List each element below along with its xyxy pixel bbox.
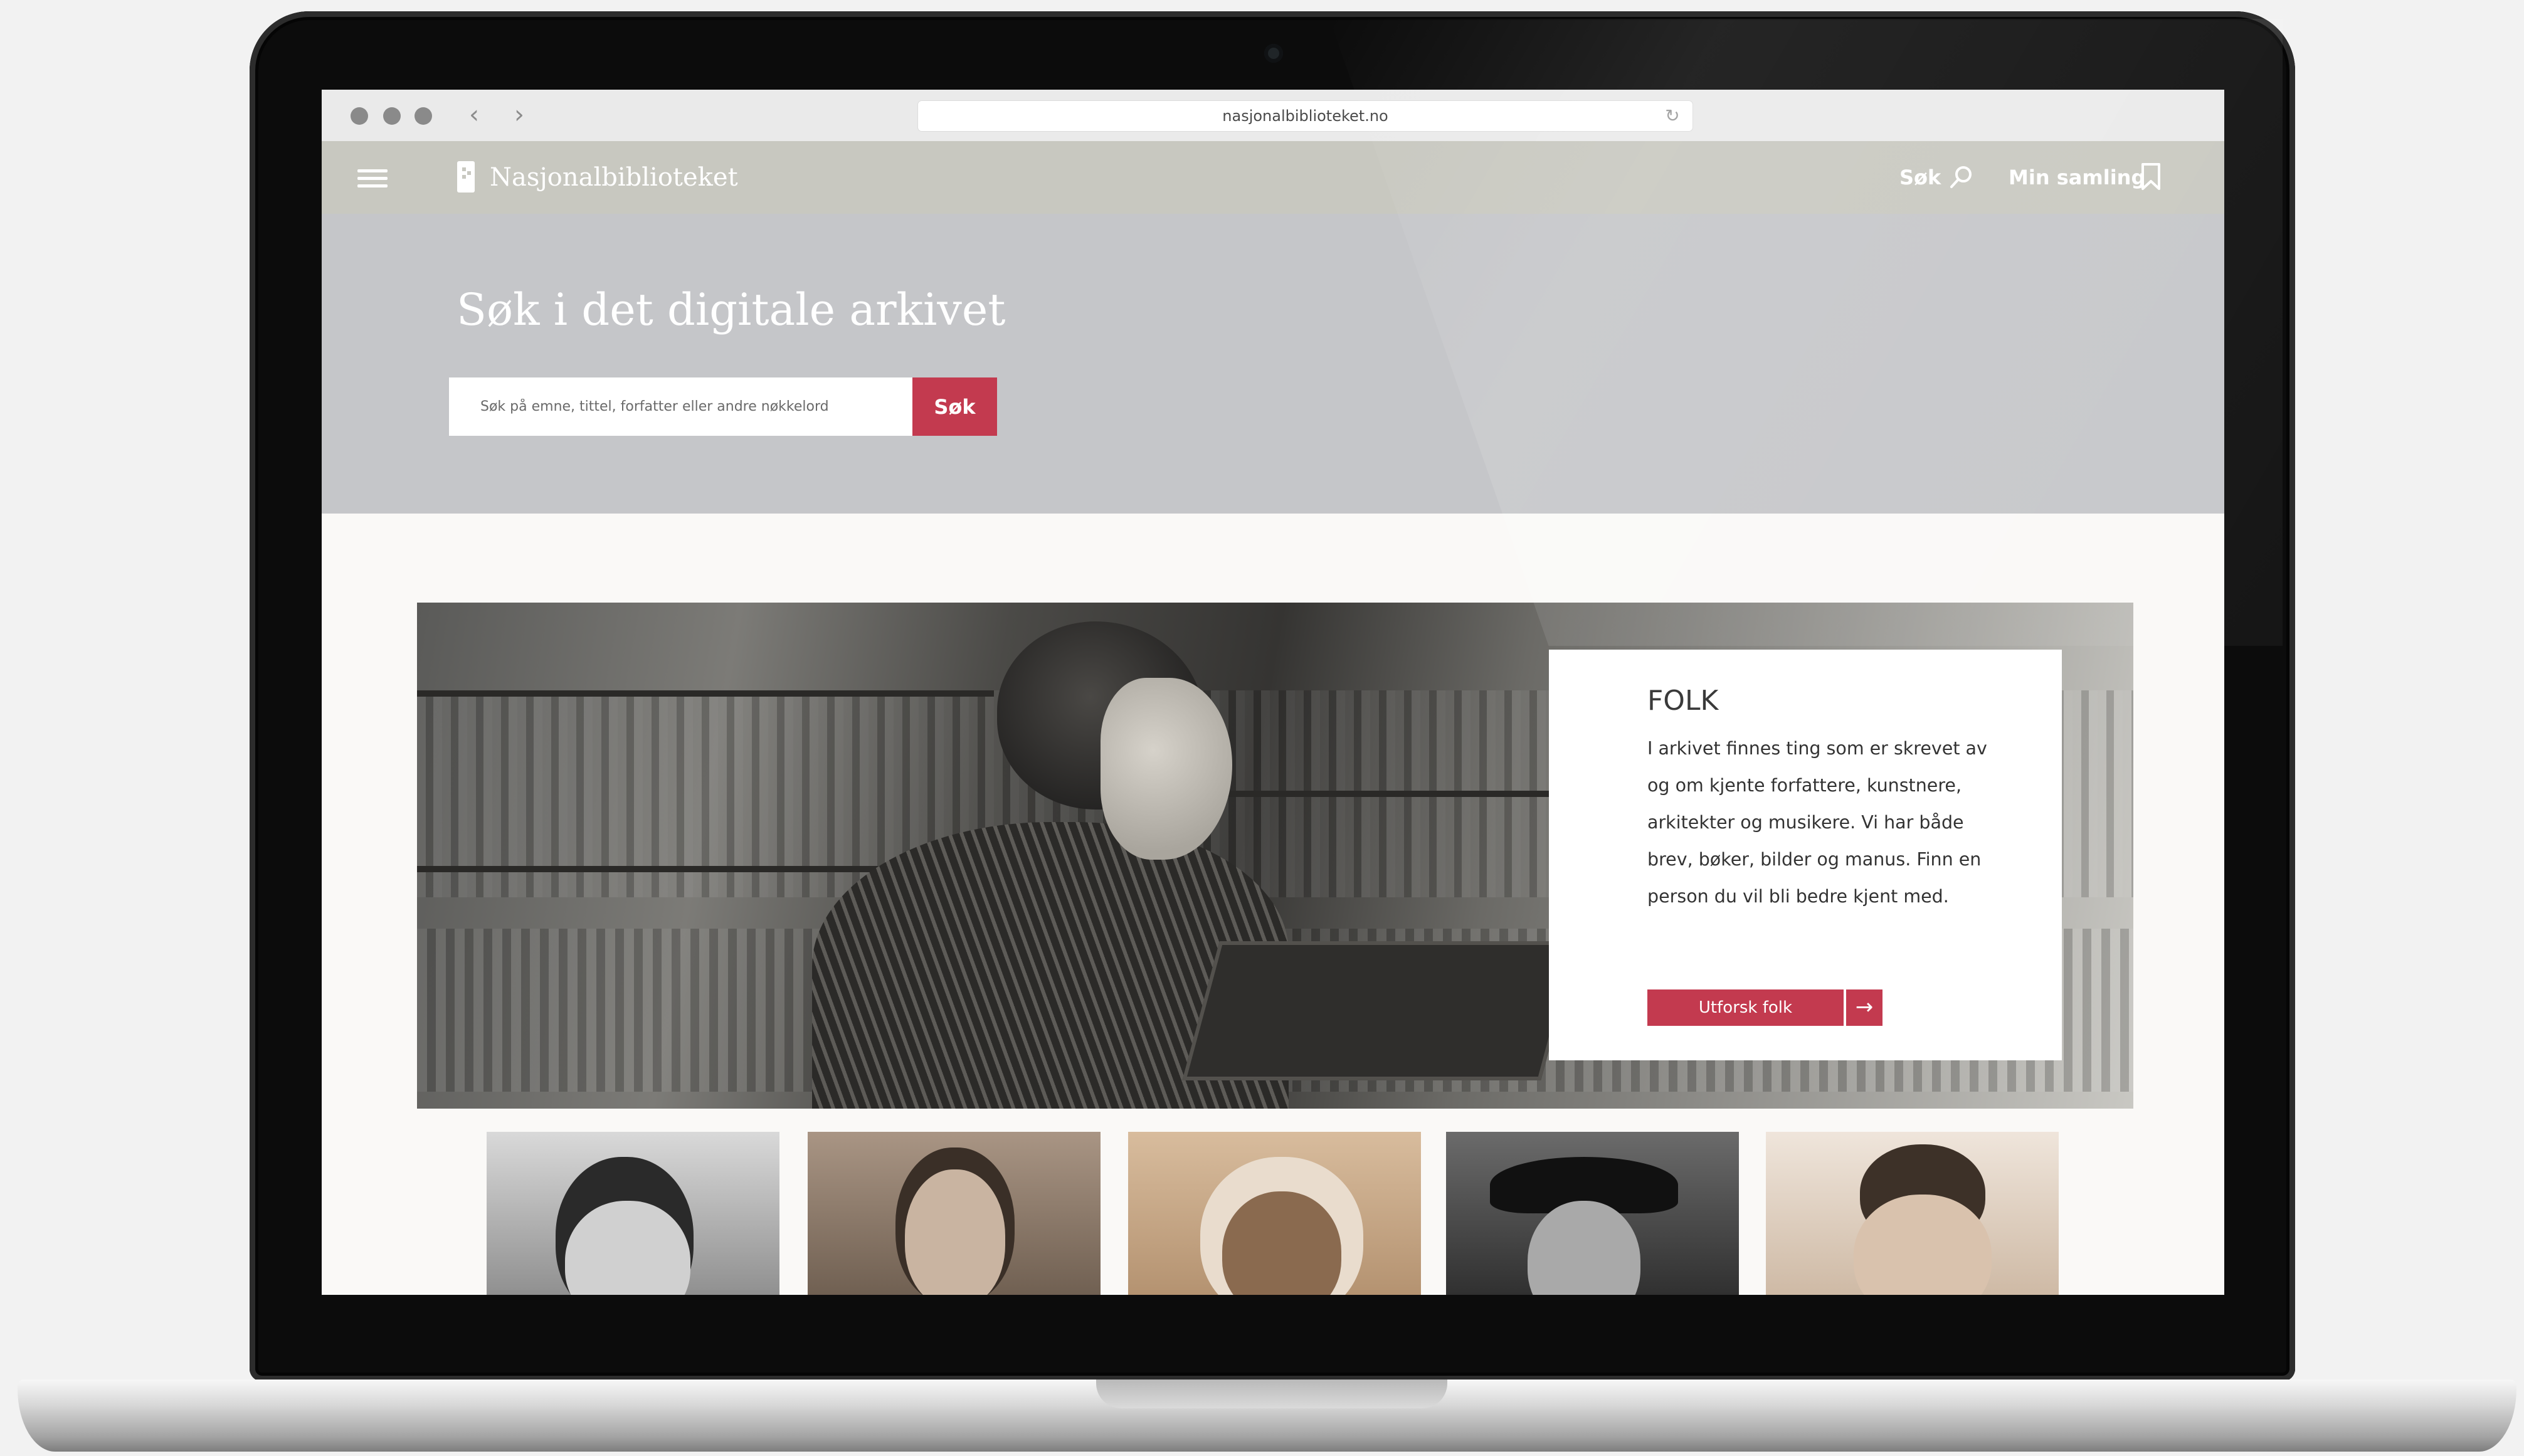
screen: ‹ › nasjonalbiblioteket.no ↻ Nasjonalbib… (322, 90, 2224, 1295)
url-text: nasjonalbiblioteket.no (1222, 107, 1388, 125)
laptop-notch (1096, 1380, 1447, 1408)
reload-icon[interactable]: ↻ (1662, 106, 1682, 126)
search-icon (1950, 166, 1972, 188)
portrait-thumbnail[interactable] (1128, 1132, 1421, 1295)
browser-toolbar: ‹ › nasjonalbiblioteket.no ↻ (322, 90, 2224, 142)
feature-title: FOLK (1647, 685, 1719, 717)
window-maximize-button[interactable] (415, 107, 432, 125)
open-book (1182, 941, 1578, 1080)
portrait-thumbnail[interactable] (487, 1132, 779, 1295)
shelf (417, 690, 994, 697)
feature-photo: FOLK I arkivet finnes ting som er skreve… (417, 603, 2133, 1109)
search-button[interactable]: Søk (912, 377, 997, 436)
portrait-thumbnail[interactable] (1766, 1132, 2059, 1295)
logo-icon (457, 161, 475, 193)
header-search-link[interactable]: Søk (1891, 141, 1978, 214)
arrow-right-icon[interactable]: → (1846, 989, 1882, 1026)
woman-face (1101, 678, 1232, 860)
portrait-face (1528, 1201, 1640, 1295)
webcam (1264, 44, 1283, 63)
site-header: Nasjonalbiblioteket Søk Min samling (322, 141, 2224, 214)
bookmark-icon (2141, 163, 2160, 190)
explore-people-button[interactable]: Utforsk folk (1647, 989, 1844, 1026)
hero-title: Søk i det digitale arkivet (457, 284, 1006, 335)
hero-search-section: Søk i det digitale arkivet Søk (322, 214, 2224, 514)
feature-card: FOLK I arkivet finnes ting som er skreve… (1549, 650, 2062, 1060)
address-bar[interactable]: nasjonalbiblioteket.no ↻ (917, 100, 1693, 132)
feature-description: I arkivet finnes ting som er skrevet av … (1647, 738, 1987, 907)
header-search-label: Søk (1899, 166, 1941, 189)
portrait-thumbnail[interactable] (808, 1132, 1101, 1295)
hamburger-menu-icon[interactable] (357, 169, 388, 188)
my-collection-label: Min samling (2009, 166, 2146, 189)
search-input[interactable] (449, 377, 912, 436)
my-collection-link[interactable]: Min samling (2009, 141, 2172, 214)
portrait-thumbnail[interactable] (1446, 1132, 1739, 1295)
window-minimize-button[interactable] (383, 107, 401, 125)
portrait-face (905, 1169, 1005, 1295)
window-close-button[interactable] (351, 107, 368, 125)
chevron-left-icon[interactable]: ‹ (465, 101, 483, 129)
chevron-right-icon[interactable]: › (510, 101, 529, 129)
brand-logo[interactable]: Nasjonalbiblioteket (490, 160, 738, 195)
